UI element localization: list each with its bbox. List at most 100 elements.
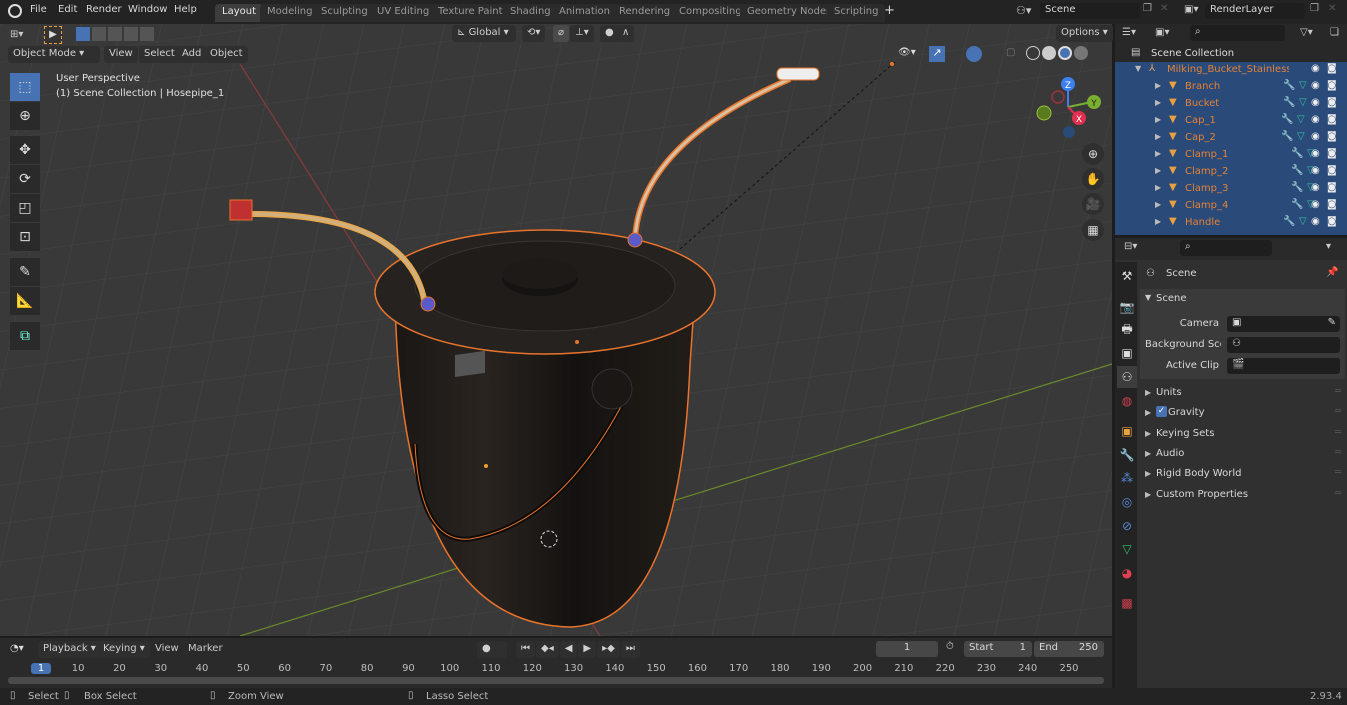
tab-modeling[interactable]: Modeling: [260, 4, 320, 22]
render-camera-icon[interactable]: ◙: [1327, 131, 1337, 142]
frame-tick[interactable]: 230: [971, 663, 1001, 674]
frame-tick[interactable]: 20: [104, 663, 134, 674]
menu-edit[interactable]: Edit: [58, 4, 77, 15]
select-intersect-icon[interactable]: [140, 27, 154, 41]
current-frame-field[interactable]: 1: [876, 641, 938, 657]
mode-selector[interactable]: Object Mode ▾: [8, 46, 100, 63]
visibility-eye-icon[interactable]: ◉: [1311, 148, 1320, 159]
ortho-toggle-button[interactable]: ▦: [1082, 219, 1104, 241]
outliner-row-parent[interactable]: ▼ ⅄ Milking_Bucket_Stainless_Ste ◉ ◙: [1115, 62, 1347, 79]
background-scene-field[interactable]: ⚇: [1227, 337, 1340, 353]
tab-data[interactable]: ▽: [1117, 538, 1137, 560]
render-camera-icon[interactable]: ◙: [1327, 216, 1337, 227]
jump-end-icon[interactable]: ⏭: [620, 641, 640, 658]
playback-menu[interactable]: Playback ▾: [38, 641, 101, 658]
expand-icon[interactable]: ▶: [1155, 115, 1161, 124]
render-camera-icon[interactable]: ◙: [1327, 148, 1337, 159]
current-frame-indicator[interactable]: 1: [31, 663, 51, 674]
tab-geometry-nodes[interactable]: Geometry Nodes: [740, 4, 839, 22]
display-mode-icon[interactable]: ▣▾: [1155, 27, 1169, 38]
auto-keying-button[interactable]: ●: [477, 641, 507, 658]
frame-tick[interactable]: 140: [600, 663, 630, 674]
tool-annotate[interactable]: ✎: [10, 258, 40, 286]
visibility-eye-icon[interactable]: ◉: [1311, 165, 1320, 176]
xray-toggle-icon[interactable]: ▢: [1006, 47, 1015, 58]
render-camera-icon[interactable]: ◙: [1327, 182, 1337, 193]
menu-select[interactable]: Select: [139, 46, 180, 63]
frame-tick[interactable]: 130: [559, 663, 589, 674]
panel-keying-sets[interactable]: ▶ Keying Sets ═: [1140, 425, 1345, 443]
visibility-eye-icon[interactable]: ◉: [1311, 80, 1320, 91]
timeline-view-menu[interactable]: View: [155, 643, 179, 654]
tool-select-icon[interactable]: ▶: [44, 26, 62, 44]
end-frame-field[interactable]: End 250: [1034, 641, 1104, 657]
blender-logo-icon[interactable]: [8, 4, 22, 18]
visibility-eye-icon[interactable]: ◉: [1311, 199, 1320, 210]
frame-tick[interactable]: 180: [765, 663, 795, 674]
proportional-editing-icon[interactable]: ●: [600, 25, 619, 42]
tool-add-cube[interactable]: ⧉: [10, 322, 40, 350]
frame-tick[interactable]: 110: [476, 663, 506, 674]
filter-icon[interactable]: ▽▾: [1300, 27, 1313, 38]
outliner-search-input[interactable]: ⌕: [1190, 25, 1285, 41]
tab-object[interactable]: ▣: [1117, 420, 1137, 442]
zoom-view-button[interactable]: ⊕: [1082, 143, 1104, 165]
frame-tick[interactable]: 250: [1054, 663, 1084, 674]
select-invert-icon[interactable]: [124, 27, 138, 41]
mesh-data-icon[interactable]: ▽: [1299, 80, 1307, 91]
menu-render[interactable]: Render: [86, 4, 122, 15]
navigation-gizmo[interactable]: Z Y X: [1030, 75, 1105, 145]
tab-texture[interactable]: ▩: [1117, 592, 1137, 614]
tab-constraints[interactable]: ⊘: [1117, 515, 1137, 537]
visibility-eye-icon[interactable]: ◉: [1311, 216, 1320, 227]
tab-scene[interactable]: ⚇: [1117, 366, 1137, 388]
mesh-data-icon[interactable]: ▽: [1297, 131, 1305, 142]
gravity-checkbox[interactable]: ✓: [1156, 406, 1167, 418]
material-preview-icon[interactable]: [1058, 46, 1072, 60]
tab-compositing[interactable]: Compositing: [672, 4, 749, 22]
overlay-toggle-icon[interactable]: [966, 46, 982, 62]
transform-orientation-selector[interactable]: ⊾ Global ▾: [452, 25, 516, 42]
timeline-scrollbar[interactable]: [8, 677, 1104, 684]
frame-tick[interactable]: 40: [187, 663, 217, 674]
expand-icon[interactable]: ▶: [1155, 183, 1161, 192]
drag-handle-icon[interactable]: ═: [1335, 467, 1341, 478]
frame-tick[interactable]: 70: [311, 663, 341, 674]
tab-world[interactable]: ◍: [1117, 390, 1137, 412]
keying-menu[interactable]: Keying ▾: [98, 641, 150, 658]
solid-shading-icon[interactable]: [1042, 46, 1056, 60]
visibility-eye-icon[interactable]: ◉: [1311, 97, 1320, 108]
tab-output[interactable]: 🖶: [1117, 319, 1137, 341]
prev-keyframe-icon[interactable]: ◆◂: [536, 641, 559, 658]
visibility-eye-icon[interactable]: ◉: [1311, 182, 1320, 193]
select-subtract-icon[interactable]: [108, 27, 122, 41]
expand-icon[interactable]: ▶: [1155, 81, 1161, 90]
tab-layout[interactable]: Layout: [215, 4, 263, 22]
tab-shading[interactable]: Shading: [503, 4, 558, 22]
outliner-editor-type-icon[interactable]: ☰▾: [1122, 27, 1136, 38]
snap-target-icon[interactable]: ⊥▾: [570, 25, 594, 42]
select-extend-icon[interactable]: [92, 27, 106, 41]
outliner-row-clamp-4[interactable]: ▶ ▼ Clamp_4 🔧 ▽ ◉ ◙: [1115, 198, 1347, 215]
modifier-icon[interactable]: 🔧: [1291, 199, 1303, 210]
mesh-data-icon[interactable]: ▽: [1299, 97, 1307, 108]
modifier-icon[interactable]: 🔧: [1283, 80, 1295, 91]
frame-tick[interactable]: 240: [1013, 663, 1043, 674]
view-layer-icon[interactable]: ▣▾: [1184, 4, 1198, 15]
tool-rotate[interactable]: ⟳: [10, 165, 40, 193]
render-camera-icon[interactable]: ◙: [1327, 97, 1337, 108]
scene-icon[interactable]: ⚇▾: [1016, 4, 1031, 17]
expand-icon[interactable]: ▶: [1155, 166, 1161, 175]
frame-tick[interactable]: 30: [146, 663, 176, 674]
panel-gravity[interactable]: ▶ ✓ Gravity ═: [1140, 404, 1345, 422]
tool-scale[interactable]: ◰: [10, 194, 40, 222]
snap-icon[interactable]: ⌀: [553, 25, 570, 42]
tool-measure[interactable]: 📐: [10, 287, 40, 315]
expand-icon[interactable]: ▶: [1155, 132, 1161, 141]
delete-scene-icon[interactable]: ✕: [1160, 3, 1168, 14]
gizmo-toggle-icon[interactable]: ↗: [929, 46, 945, 62]
pan-view-button[interactable]: ✋: [1082, 168, 1104, 190]
play-icon[interactable]: ▶: [578, 641, 597, 658]
options-dropdown[interactable]: Options ▾: [1056, 25, 1113, 42]
visibility-eye-icon[interactable]: ◉: [1311, 131, 1320, 142]
